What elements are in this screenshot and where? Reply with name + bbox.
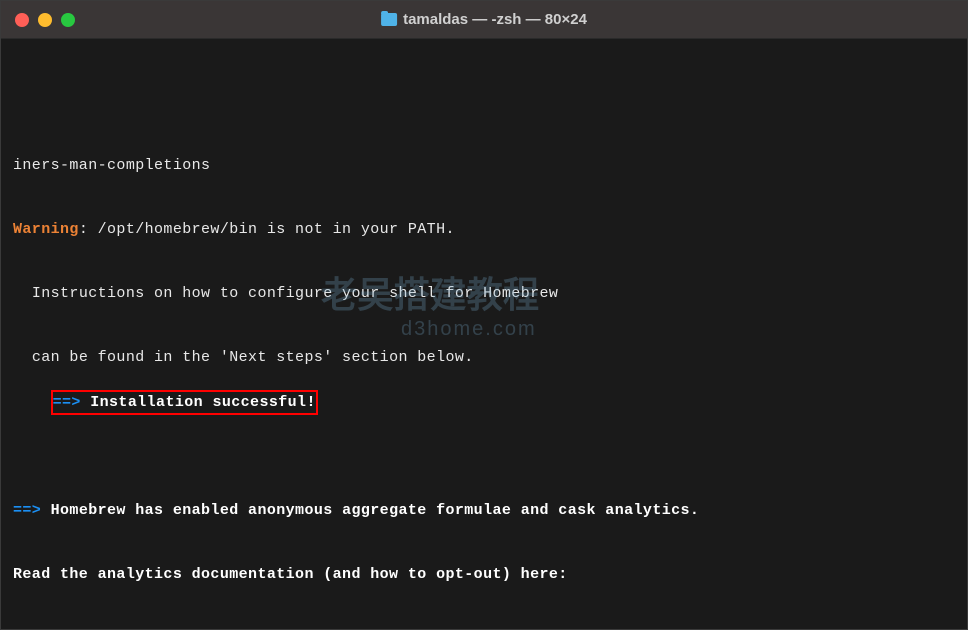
output-line: ==> Homebrew has enabled anonymous aggre… <box>13 500 955 521</box>
output-line: can be found in the 'Next steps' section… <box>13 347 955 368</box>
terminal-body[interactable]: 老吴搭建教程 d3home.com iners-man-completions … <box>1 39 967 629</box>
folder-icon <box>381 13 397 26</box>
output-line: Instructions on how to configure your sh… <box>13 283 955 304</box>
output-line: iners-man-completions <box>13 155 955 176</box>
window-titlebar[interactable]: tamaldas — -zsh — 80×24 <box>1 1 967 39</box>
close-button[interactable] <box>15 13 29 27</box>
traffic-lights <box>1 13 75 27</box>
watermark-url: d3home.com <box>401 315 537 343</box>
warning-label: Warning <box>13 221 79 238</box>
title-text: tamaldas — -zsh — 80×24 <box>403 11 587 28</box>
arrow-icon: ==> <box>53 394 81 411</box>
window-title: tamaldas — -zsh — 80×24 <box>381 11 587 28</box>
minimize-button[interactable] <box>38 13 52 27</box>
maximize-button[interactable] <box>61 13 75 27</box>
arrow-icon: ==> <box>13 502 41 519</box>
output-line: https://docs.brew.sh/Analytics <box>13 628 955 629</box>
analytics-read-text: Read the analytics documentation (and ho… <box>13 564 955 585</box>
terminal-window: tamaldas — -zsh — 80×24 老吴搭建教程 d3home.co… <box>0 0 968 630</box>
blank-line <box>13 436 955 457</box>
analytics-enabled-text: Homebrew has enabled anonymous aggregate… <box>41 502 699 519</box>
install-success-text: Installation successful! <box>81 394 316 411</box>
warning-text: : /opt/homebrew/bin is not in your PATH. <box>79 221 455 238</box>
highlight-install-success: ==> Installation successful! <box>51 390 318 415</box>
output-line: Warning: /opt/homebrew/bin is not in you… <box>13 219 955 240</box>
